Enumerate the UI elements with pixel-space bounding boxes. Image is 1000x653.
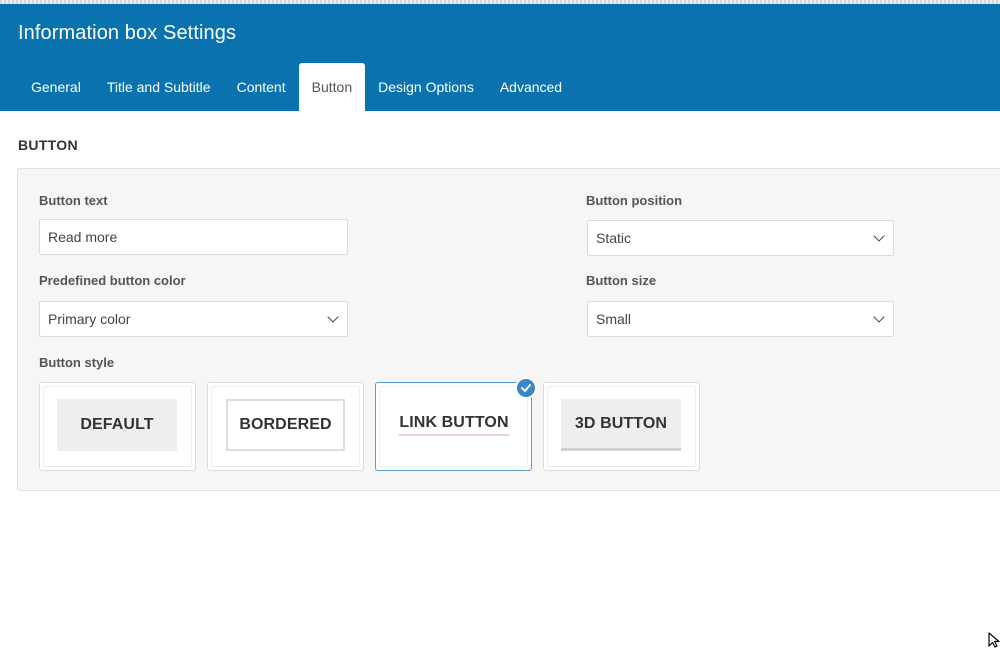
button-style-label: Button style [39,355,115,370]
tab-bar: General Title and Subtitle Content Butto… [18,63,575,111]
button-style-option-default[interactable]: DEFAULT [39,382,196,471]
button-position-label: Button position [586,193,683,208]
tab-design-options[interactable]: Design Options [365,63,487,111]
button-text-value: Read more [48,229,118,245]
page-title: Information box Settings [18,22,237,44]
button-position-value: Static [596,230,632,246]
bordered-button-preview: BORDERED [226,399,345,451]
tab-advanced[interactable]: Advanced [487,63,575,111]
settings-header: Information box Settings General Title a… [0,4,1000,111]
mouse-cursor-icon [988,632,1000,648]
section-title: BUTTON [18,137,78,153]
button-size-value: Small [596,311,632,327]
button-style-option-link[interactable]: LINK BUTTON [375,377,537,471]
button-position-select[interactable]: Static [587,220,894,256]
button-size-select[interactable]: Small [587,301,894,337]
check-icon [515,377,537,399]
button-style-option-3d[interactable]: 3D BUTTON [543,382,700,471]
button-text-input[interactable]: Read more [39,219,348,255]
chevron-down-icon [873,232,885,244]
default-button-preview: DEFAULT [57,399,177,451]
button-text-label: Button text [39,193,108,208]
tab-content[interactable]: Content [224,63,299,111]
predefined-color-select[interactable]: Primary color [39,301,348,337]
link-button-preview: LINK BUTTON [393,399,515,451]
link-button-preview-label: LINK BUTTON [399,414,509,436]
chevron-down-icon [327,313,339,325]
button-settings-panel: Button text Read more Button position St… [17,168,1000,491]
3d-button-preview: 3D BUTTON [561,399,681,451]
button-size-label: Button size [586,273,657,288]
tab-button[interactable]: Button [298,63,366,111]
tab-title-and-subtitle[interactable]: Title and Subtitle [94,63,224,111]
button-style-option-bordered[interactable]: BORDERED [207,382,364,471]
tab-general[interactable]: General [18,63,94,111]
predefined-color-label: Predefined button color [39,273,186,288]
predefined-color-value: Primary color [48,311,131,327]
chevron-down-icon [873,313,885,325]
